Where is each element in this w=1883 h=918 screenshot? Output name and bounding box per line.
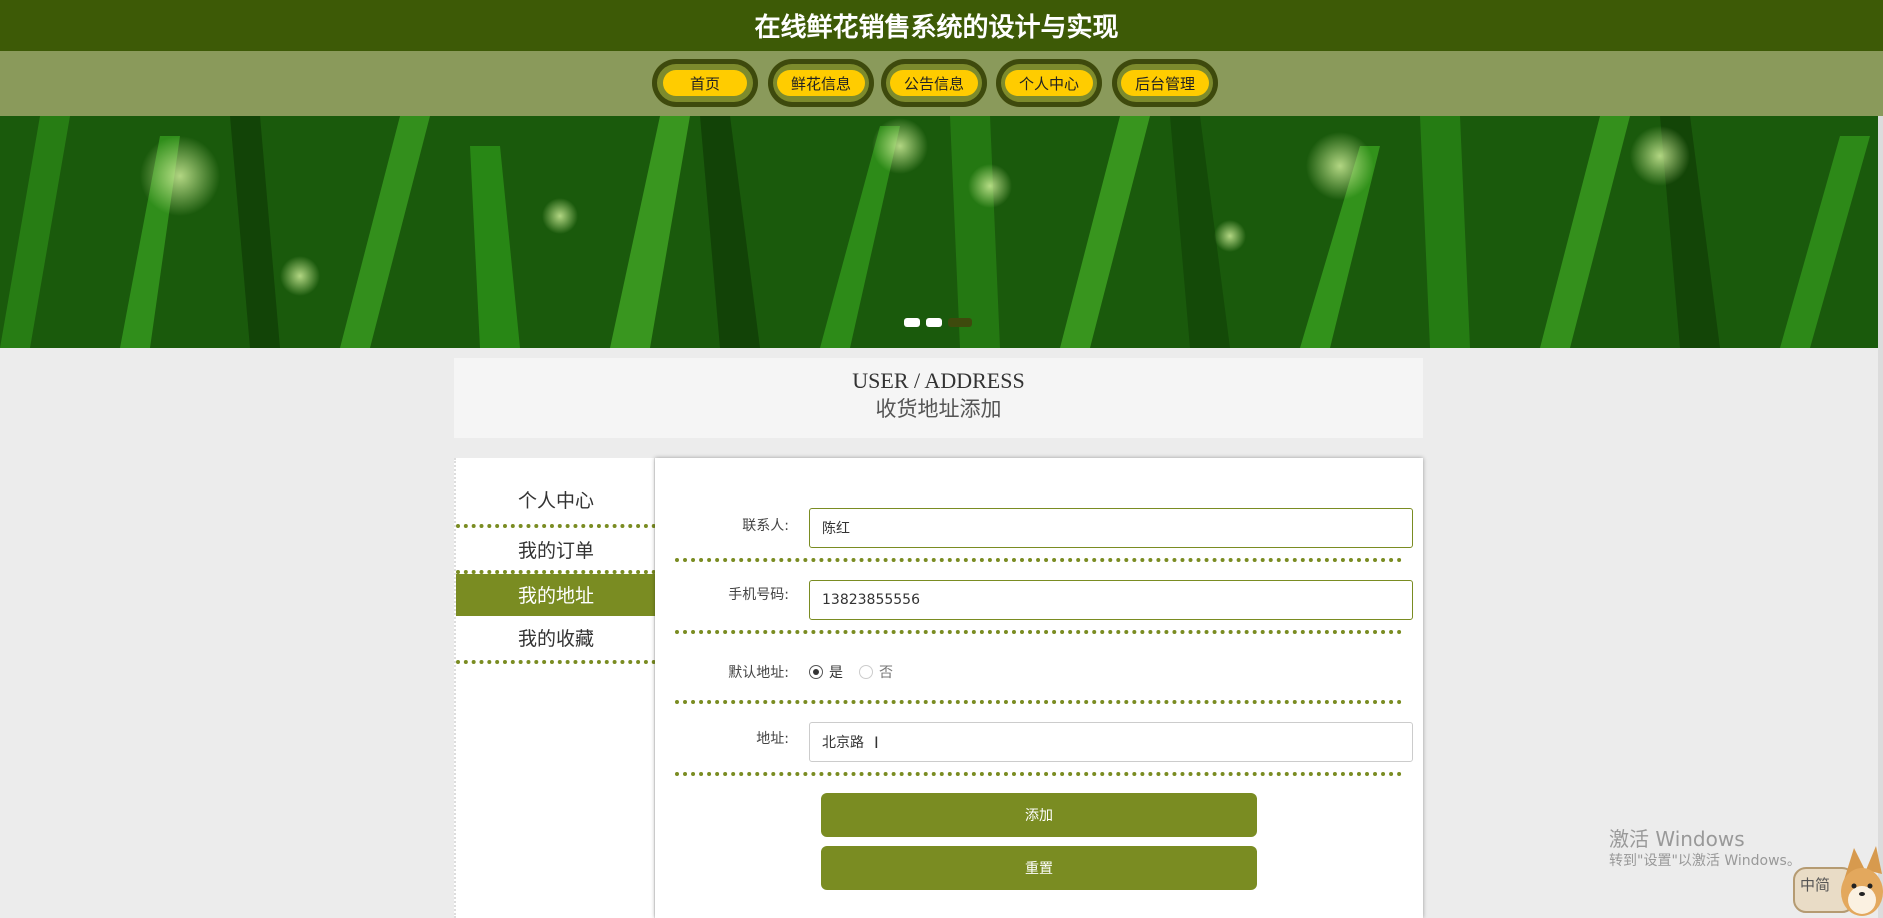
nav-item-home[interactable]: 首页 [652,59,758,107]
sidebar-item-my-address[interactable]: 我的地址 [456,574,656,616]
sidebar-item-my-favorites[interactable]: 我的收藏 [456,616,656,664]
contact-label: 联系人: [742,518,789,534]
watermark-title: 激活 Windows [1609,827,1745,851]
default-yes-radio[interactable] [809,665,823,679]
contact-value: 陈红 [822,521,850,537]
address-form-panel: 联系人: 陈红 手机号码: 13823855556 默认地址: 是 否 地址: … [655,458,1423,918]
contact-input[interactable]: 陈红 [809,508,1413,548]
add-button[interactable]: 添加 [821,793,1257,837]
sidebar-item-label: 个人中心 [517,490,594,512]
grass-banner-image [0,116,1878,348]
site-header: 在线鲜花销售系统的设计与实现 [0,0,1883,51]
ime-mode-label: 中简 [1800,876,1831,894]
default-no-radio[interactable] [859,665,873,679]
site-title: 在线鲜花销售系统的设计与实现 [754,13,1119,43]
nav-item-personal-center-label: 个人中心 [1004,70,1093,96]
sidebar-item-label: 我的收藏 [517,628,594,650]
phone-row: 手机号码: 13823855556 [675,566,1413,634]
banner-dot-3[interactable] [948,318,972,327]
default-address-row: 默认地址: 是 否 [675,638,1402,704]
nav-item-notices-label: 公告信息 [889,70,978,96]
default-address-radios: 是 否 [809,662,893,682]
phone-input[interactable]: 13823855556 [809,580,1413,620]
hero-banner [0,116,1878,348]
windows-activation-watermark: 激活 Windows 转到"设置"以激活 Windows。 [1609,826,1801,870]
contact-row: 联系人: 陈红 [675,458,1413,562]
phone-label: 手机号码: [728,587,789,603]
default-address-label: 默认地址: [728,665,789,681]
page-heading-english: USER / ADDRESS [852,368,1025,393]
address-input[interactable]: 北京路 Ι [809,722,1413,762]
sidebar-item-label: 我的地址 [517,585,594,607]
address-row: 地址: 北京路 Ι [675,708,1413,776]
nav-item-notices[interactable]: 公告信息 [881,59,987,107]
default-yes-label: 是 [829,665,843,681]
nav-item-admin[interactable]: 后台管理 [1112,59,1218,107]
page-heading-chinese: 收货地址添加 [875,397,1002,421]
address-label: 地址: [756,731,789,747]
ime-mascot-widget[interactable]: 中简 [1792,840,1883,918]
address-value: 北京路 [822,735,864,751]
text-cursor-icon: Ι [874,732,879,752]
default-no-label: 否 [879,665,893,681]
nav-item-flowers[interactable]: 鲜花信息 [768,59,874,107]
reset-button[interactable]: 重置 [821,846,1257,890]
main-nav: 首页 鲜花信息 公告信息 个人中心 后台管理 [0,51,1883,116]
sidebar-item-label: 我的订单 [517,540,594,562]
banner-pagination [904,318,972,327]
sidebar-item-personal-center[interactable]: 个人中心 [456,458,656,528]
page-scrollbar[interactable] [1878,116,1883,918]
user-sidebar: 个人中心 我的订单 我的地址 我的收藏 [454,458,656,918]
phone-value: 13823855556 [822,592,920,608]
nav-item-admin-label: 后台管理 [1120,70,1209,96]
banner-dot-1[interactable] [904,318,920,327]
nav-item-flowers-label: 鲜花信息 [776,70,865,96]
watermark-subtitle: 转到"设置"以激活 Windows。 [1609,853,1801,869]
banner-dot-2[interactable] [926,318,942,327]
page-heading: USER / ADDRESS 收货地址添加 [454,358,1423,438]
sidebar-item-my-orders[interactable]: 我的订单 [456,528,656,574]
nav-item-home-label: 首页 [663,70,747,96]
nav-item-personal-center[interactable]: 个人中心 [996,59,1102,107]
